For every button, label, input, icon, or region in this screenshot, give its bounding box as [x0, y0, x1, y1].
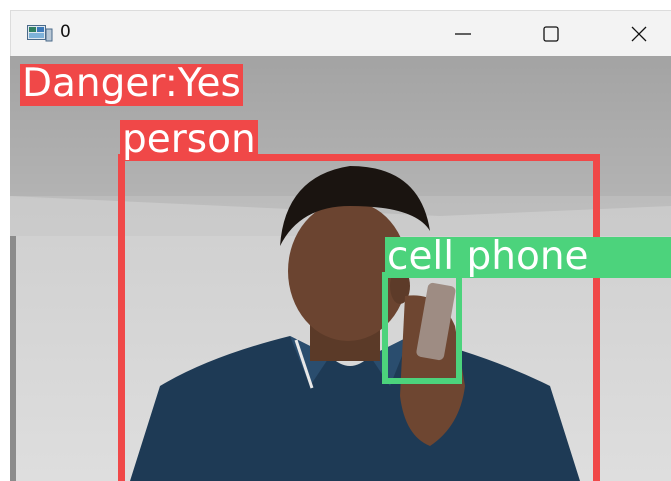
title-bar[interactable]: 0 — [10, 10, 671, 57]
cell-phone-bounding-box — [382, 272, 462, 384]
maximize-button[interactable] — [521, 11, 581, 57]
maximize-icon — [543, 26, 559, 42]
app-window: 0 person Danger:Yes cell phone — [0, 0, 671, 481]
camera-frame: person Danger:Yes cell phone — [10, 56, 671, 481]
opencv-window-icon — [27, 25, 53, 42]
window-title: 0 — [60, 22, 71, 42]
danger-status-label: Danger:Yes — [20, 64, 243, 106]
person-label: person — [120, 120, 258, 160]
close-icon — [631, 26, 647, 42]
minimize-icon — [455, 33, 471, 35]
cell-phone-label: cell phone — [385, 237, 671, 278]
minimize-button[interactable] — [433, 11, 493, 57]
person-bounding-box — [118, 154, 600, 481]
close-button[interactable] — [609, 11, 669, 57]
